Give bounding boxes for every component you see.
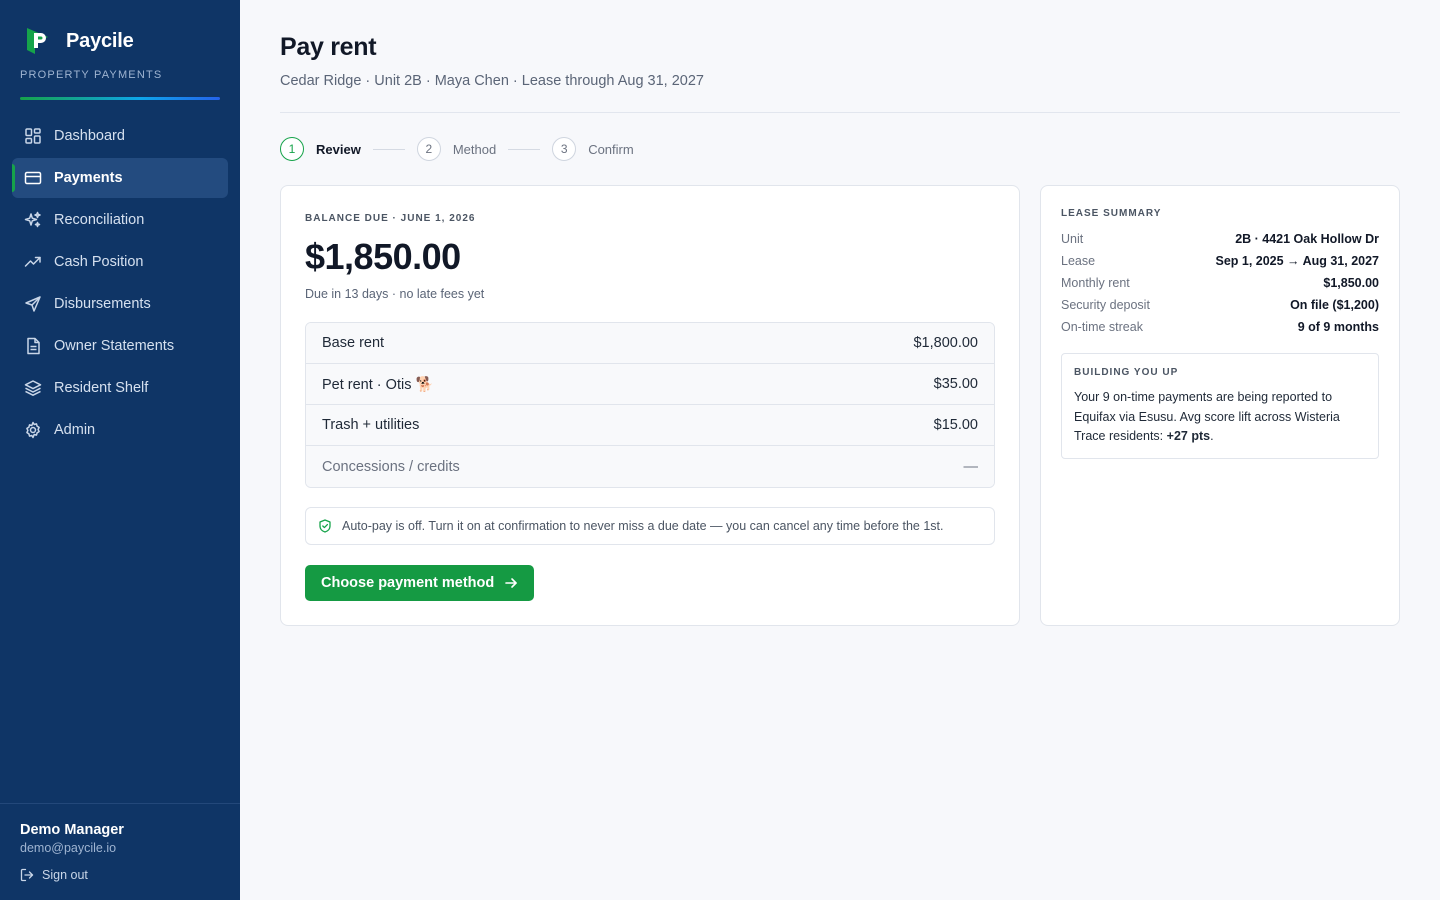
summary-row-security-deposit: Security deposit On file ($1,200) <box>1061 294 1379 316</box>
lease-summary-list: Unit 2B · 4421 Oak Hollow Dr Lease Sep 1… <box>1061 228 1379 338</box>
arrow-right-icon <box>505 578 518 588</box>
balance-due-label: BALANCE DUE · JUNE 1, 2026 <box>305 213 476 224</box>
brand[interactable]: Paycile <box>24 26 134 56</box>
sidebar-item-disbursements[interactable]: Disbursements <box>12 284 228 324</box>
sidebar-nav: Dashboard Payments Reconciliation Cash P… <box>12 116 228 452</box>
user-email: demo@paycile.io <box>20 841 117 855</box>
sidebar-item-label: Admin <box>54 422 96 438</box>
summary-row-on-time-streak: On-time streak 9 of 9 months <box>1061 316 1379 338</box>
choose-payment-method-button[interactable]: Choose payment method <box>305 565 535 601</box>
sidebar-item-payments[interactable]: Payments <box>12 158 228 198</box>
credit-card-icon <box>24 169 42 187</box>
balance-amount: $1,850.00 <box>305 236 461 277</box>
autopay-notice: Auto-pay is off. Turn it on at confirmat… <box>305 507 995 545</box>
summary-row-unit: Unit 2B · 4421 Oak Hollow Dr <box>1061 228 1379 250</box>
step-number: 2 <box>416 137 441 161</box>
autopay-notice-text: Auto-pay is off. Turn it on at confirmat… <box>342 519 944 533</box>
sidebar: Paycile PROPERTY PAYMENTS Dashboard Paym… <box>0 0 240 900</box>
summary-value: 2B · 4421 Oak Hollow Dr <box>1235 232 1379 246</box>
user-name: Demo Manager <box>20 822 124 838</box>
summary-value: 9 of 9 months <box>1297 320 1379 334</box>
charge-description: Trash + utilities <box>322 417 420 433</box>
sidebar-item-reconciliation[interactable]: Reconciliation <box>12 200 228 240</box>
step-confirm[interactable]: 3 Confirm <box>552 137 634 161</box>
charge-amount: $35.00 <box>933 376 978 392</box>
brand-name: Paycile <box>66 29 134 52</box>
lease-summary-card: LEASE SUMMARY Unit 2B · 4421 Oak Hollow … <box>1040 185 1400 626</box>
charge-line-base-rent: Base rent $1,800.00 <box>306 323 994 364</box>
sidebar-item-label: Payments <box>54 170 123 186</box>
step-method[interactable]: 2 Method <box>416 137 497 161</box>
brand-subtitle: PROPERTY PAYMENTS <box>20 69 163 81</box>
step-label: Confirm <box>588 141 634 157</box>
step-label: Method <box>452 141 497 157</box>
summary-value: $1,850.00 <box>1323 276 1379 290</box>
lease-summary-title: LEASE SUMMARY <box>1061 208 1162 219</box>
sidebar-item-cash-position[interactable]: Cash Position <box>12 242 228 282</box>
charge-description: Concessions / credits <box>322 458 460 475</box>
step-review[interactable]: 1 Review <box>280 137 361 161</box>
dashboard-icon <box>24 127 42 145</box>
summary-key: On-time streak <box>1061 320 1143 334</box>
sign-out-label: Sign out <box>42 868 88 882</box>
callout-body: Your 9 on-time payments are being report… <box>1074 388 1366 447</box>
charge-line-concessions: Concessions / credits — <box>306 446 994 487</box>
step-label: Review <box>316 141 361 157</box>
callout-highlight: +27 pts <box>1166 429 1211 443</box>
sidebar-footer: Demo Manager demo@paycile.io Sign out <box>0 803 240 900</box>
payment-stepper: 1 Review 2 Method 3 Confirm <box>280 137 634 161</box>
document-icon <box>24 337 42 355</box>
sparkles-icon <box>24 211 42 229</box>
charge-amount: $15.00 <box>933 417 978 433</box>
charge-amount: $1,800.00 <box>913 335 978 351</box>
balance-note: Due in 13 days · no late fees yet <box>305 287 485 301</box>
summary-key: Unit <box>1061 232 1084 246</box>
charge-line-trash-utilities: Trash + utilities $15.00 <box>306 405 994 446</box>
sidebar-item-owner-statements[interactable]: Owner Statements <box>12 326 228 366</box>
summary-row-monthly-rent: Monthly rent $1,850.00 <box>1061 272 1379 294</box>
layers-icon <box>24 379 42 397</box>
step-number: 3 <box>552 137 577 161</box>
gear-icon <box>24 421 42 439</box>
summary-key: Monthly rent <box>1061 276 1130 290</box>
summary-key: Lease <box>1061 254 1096 268</box>
step-connector <box>508 148 541 150</box>
charge-line-pet-rent: Pet rent · Otis 🐕 $35.00 <box>306 364 994 405</box>
sidebar-item-dashboard[interactable]: Dashboard <box>12 116 228 156</box>
sidebar-item-label: Dashboard <box>54 128 125 144</box>
page-title: Pay rent <box>280 33 377 61</box>
header-divider <box>280 112 1400 113</box>
callout-title: BUILDING YOU UP <box>1074 367 1179 378</box>
summary-key: Security deposit <box>1061 298 1150 312</box>
summary-value: Sep 1, 2025 → Aug 31, 2027 <box>1215 254 1379 268</box>
charge-description: Base rent <box>322 335 385 351</box>
sidebar-item-admin[interactable]: Admin <box>12 410 228 450</box>
sidebar-item-resident-shelf[interactable]: Resident Shelf <box>12 368 228 408</box>
sidebar-item-label: Cash Position <box>54 254 144 270</box>
trending-up-icon <box>24 253 42 271</box>
callout-end: . <box>1210 429 1214 443</box>
balance-card: BALANCE DUE · JUNE 1, 2026 $1,850.00 Due… <box>280 185 1020 626</box>
charge-description: Pet rent · Otis 🐕 <box>322 376 434 393</box>
charge-amount: — <box>963 458 979 475</box>
summary-value: On file ($1,200) <box>1290 298 1379 312</box>
sidebar-item-label: Disbursements <box>54 296 151 312</box>
sign-out-link[interactable]: Sign out <box>20 868 88 882</box>
sidebar-item-label: Reconciliation <box>54 212 145 228</box>
credit-building-callout: BUILDING YOU UP Your 9 on-time payments … <box>1061 353 1379 459</box>
charge-lines: Base rent $1,800.00 Pet rent · Otis 🐕 $3… <box>305 322 995 488</box>
sign-out-icon <box>20 868 34 882</box>
shield-check-icon <box>319 519 331 533</box>
step-connector <box>372 148 405 150</box>
summary-row-lease: Lease Sep 1, 2025 → Aug 31, 2027 <box>1061 250 1379 272</box>
step-number: 1 <box>280 137 304 161</box>
brand-gradient-bar <box>20 97 220 100</box>
button-label: Choose payment method <box>321 575 495 591</box>
sidebar-item-label: Owner Statements <box>54 338 175 354</box>
paycile-logo-icon <box>27 28 48 54</box>
sidebar-item-label: Resident Shelf <box>54 380 149 396</box>
send-icon <box>24 295 42 313</box>
page-subtitle: Cedar Ridge · Unit 2B · Maya Chen · Leas… <box>280 73 704 89</box>
